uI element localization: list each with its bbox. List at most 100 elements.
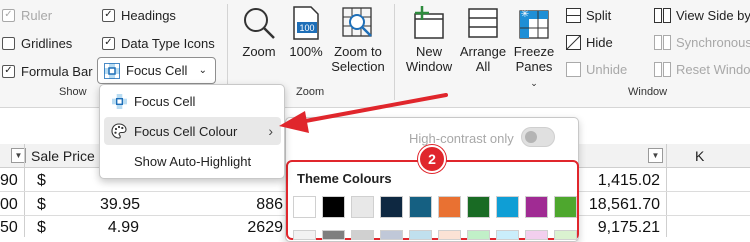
unhide-button[interactable]: Unhide: [566, 62, 627, 77]
group-divider: [394, 4, 395, 100]
ruler-checkbox[interactable]: ✓ Ruler: [2, 6, 52, 24]
column-k-header[interactable]: K: [695, 148, 704, 164]
chevron-down-icon: ⌄: [198, 65, 207, 76]
colour-swatch[interactable]: [467, 196, 490, 218]
split-icon: [566, 8, 581, 23]
palette-icon: [104, 123, 134, 139]
colour-swatch[interactable]: [525, 230, 548, 240]
colour-swatch[interactable]: [351, 196, 374, 218]
show-group-label: Show: [59, 86, 87, 98]
step-number-badge: 2: [418, 145, 446, 173]
split-label: Split: [586, 8, 612, 23]
colour-swatch[interactable]: [380, 230, 403, 240]
colour-swatch[interactable]: [293, 196, 316, 218]
focus-cell-menu: Focus Cell Focus Cell Colour › Show Auto…: [99, 84, 285, 179]
arrange-all-label-2: All: [475, 59, 491, 74]
view-side-by-side-button[interactable]: View Side by: [654, 8, 750, 23]
zoom-group-label: Zoom: [296, 86, 325, 98]
page-100-icon: 100: [293, 6, 319, 40]
reset-window-label: Reset Window: [676, 62, 750, 77]
reset-window-position-button[interactable]: Reset Window: [654, 62, 750, 77]
menu-item-label: Focus Cell Colour: [134, 123, 238, 139]
colour-swatch[interactable]: [467, 230, 490, 240]
synchronous-scrolling-button[interactable]: Synchronous: [654, 35, 750, 50]
checkbox-box: ✓: [102, 36, 115, 50]
reset-window-icon: [654, 62, 671, 77]
colour-swatch[interactable]: [438, 230, 461, 240]
sale-price-header[interactable]: Sale Price: [31, 148, 95, 164]
colour-swatch[interactable]: [554, 196, 577, 218]
colour-swatch[interactable]: [496, 230, 519, 240]
colour-swatch[interactable]: [322, 230, 345, 240]
ruler-label: Ruler: [21, 7, 53, 23]
colour-swatch[interactable]: [409, 196, 432, 218]
cell-a[interactable]: 50: [0, 219, 18, 237]
new-window-label-1: New: [415, 44, 442, 59]
chevron-down-icon: ⌄: [530, 78, 538, 88]
colour-swatch[interactable]: [293, 230, 316, 240]
new-window-label-2: Window: [405, 59, 453, 74]
new-window-button[interactable]: New Window: [402, 6, 456, 74]
zoom-label: Zoom: [242, 44, 276, 59]
zoom-to-selection-label-2: Selection: [331, 59, 385, 74]
unhide-icon: [566, 62, 581, 77]
hide-icon: [566, 35, 581, 50]
colour-swatch[interactable]: [525, 196, 548, 218]
colour-swatch[interactable]: [496, 196, 519, 218]
checkbox-box: [2, 36, 15, 50]
colour-swatch[interactable]: [322, 196, 345, 218]
cell-currency[interactable]: $: [37, 219, 46, 237]
colour-swatch[interactable]: [438, 196, 461, 218]
menu-item-label: Show Auto-Highlight: [134, 153, 252, 169]
gridlines-label: Gridlines: [21, 35, 73, 51]
toggle-knob: [525, 131, 537, 143]
page-100-icon-text: 100: [299, 23, 314, 33]
zoom-100-button[interactable]: 100 100%: [286, 6, 326, 59]
cell-currency[interactable]: $: [37, 172, 46, 190]
focus-cell-icon: [104, 93, 134, 109]
zoom-to-selection-button[interactable]: Zoom to Selection: [330, 6, 386, 74]
zoom-button[interactable]: Zoom: [238, 6, 280, 59]
gridlines-checkbox[interactable]: Gridlines: [2, 34, 72, 52]
freeze-panes-label-2: Panes ⌄: [515, 59, 553, 88]
cell-a[interactable]: 00: [0, 196, 18, 214]
headings-checkbox[interactable]: ✓ Headings: [102, 6, 176, 24]
menu-item-focus-cell-colour[interactable]: Focus Cell Colour ›: [104, 117, 281, 145]
checkbox-box: ✓: [2, 64, 15, 78]
high-contrast-label: High-contrast only: [409, 131, 514, 146]
hide-button[interactable]: Hide: [566, 35, 613, 50]
arrange-all-button[interactable]: Arrange All: [458, 6, 508, 74]
colour-swatch[interactable]: [380, 196, 403, 218]
cell-qty[interactable]: 886: [233, 196, 283, 214]
view-side-by-side-icon: [654, 8, 671, 23]
colour-swatch[interactable]: [409, 230, 432, 240]
arrange-all-label-1: Arrange: [459, 44, 507, 59]
synchronous-scrolling-icon: [654, 35, 671, 50]
filter-dropdown-icon[interactable]: ▼: [648, 148, 663, 163]
cell-currency[interactable]: $: [37, 196, 46, 214]
checkbox-box: ✓: [102, 8, 115, 22]
checkbox-box: ✓: [2, 8, 15, 22]
cell-price[interactable]: 4.99: [100, 219, 139, 237]
chevron-right-icon: ›: [268, 123, 273, 139]
svg-text:✳: ✳: [521, 9, 529, 20]
data-type-icons-checkbox[interactable]: ✓ Data Type Icons: [102, 34, 215, 52]
high-contrast-toggle[interactable]: [521, 127, 555, 147]
menu-item-label: Focus Cell: [134, 93, 196, 109]
colour-swatch[interactable]: [554, 230, 577, 240]
menu-item-focus-cell[interactable]: Focus Cell: [104, 87, 281, 115]
focus-cell-dropdown-button[interactable]: Focus Cell ⌄: [97, 57, 216, 84]
cell-a[interactable]: 90: [0, 172, 18, 190]
cell-price[interactable]: 39.95: [100, 196, 140, 214]
theme-colours-title: Theme Colours: [297, 171, 392, 186]
freeze-panes-label-1: Freeze: [513, 44, 555, 59]
cell-qty[interactable]: 2629: [233, 219, 283, 237]
formula-bar-checkbox[interactable]: ✓ Formula Bar: [2, 62, 93, 80]
unhide-label: Unhide: [586, 62, 628, 77]
menu-item-show-auto-highlight[interactable]: Show Auto-Highlight: [104, 147, 281, 175]
focus-cell-button-label: Focus Cell: [126, 63, 188, 78]
synchronous-scrolling-label: Synchronous: [676, 35, 750, 50]
freeze-panes-button[interactable]: ✳ Freeze Panes ⌄: [510, 6, 558, 91]
split-button[interactable]: Split: [566, 8, 611, 23]
colour-swatch[interactable]: [351, 230, 374, 240]
